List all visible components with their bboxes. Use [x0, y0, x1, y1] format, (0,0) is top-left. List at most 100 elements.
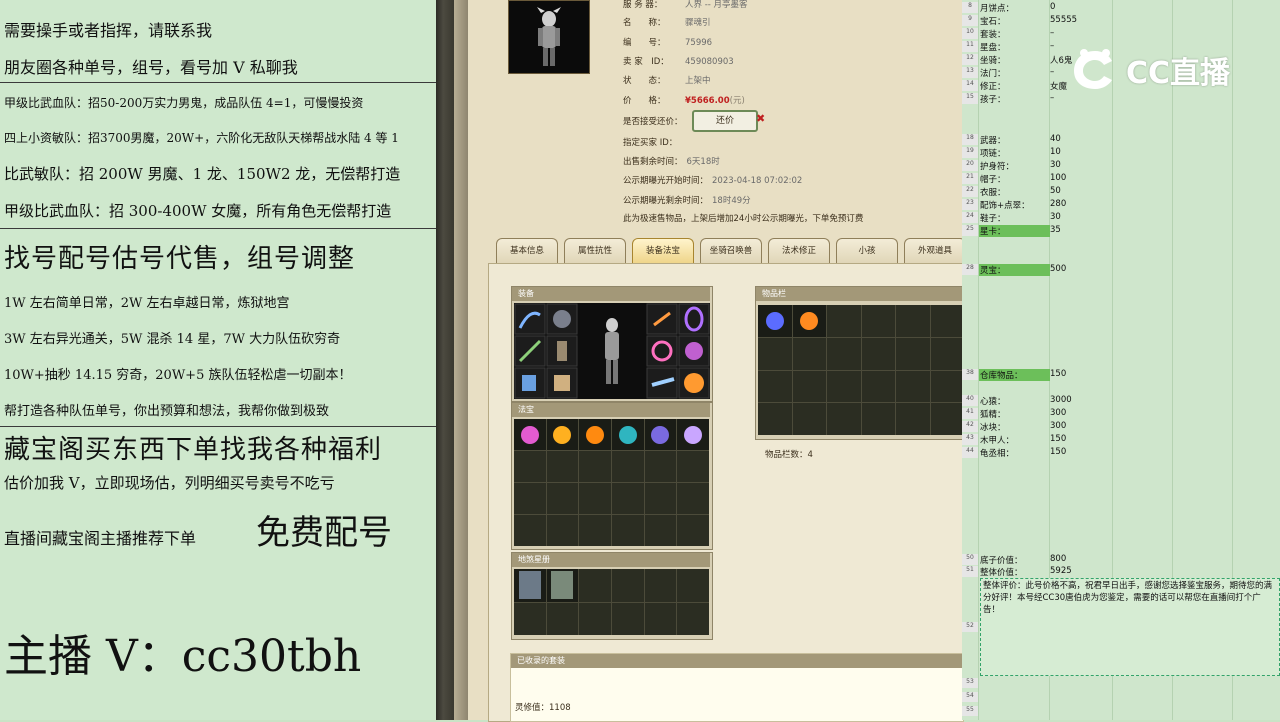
sheet-label-cell[interactable]: 修正： [979, 80, 1050, 92]
sheet-value-cell[interactable]: 50 [1050, 186, 1061, 196]
window-scrollbar[interactable] [454, 0, 469, 720]
info-status: 状 态： 上架中 [623, 76, 711, 86]
promo-line: 甲级比武血队：招50-200万实力男鬼，成品队伍 4=1，可慢慢投资 [4, 96, 364, 110]
close-icon[interactable]: ✖ [756, 112, 765, 125]
sheet-label-cell[interactable]: 项链： [979, 147, 1050, 159]
sheet-label-cell[interactable]: 龟丞相： [979, 447, 1050, 459]
row-number: 42 [962, 421, 978, 432]
sheet-value-cell[interactable]: 40 [1050, 134, 1061, 144]
sheet-value-cell[interactable]: 150 [1050, 447, 1066, 457]
fabao-slot[interactable] [677, 419, 709, 450]
sheet-label-cell[interactable]: 孩子： [979, 93, 1050, 105]
fabao-slot[interactable] [644, 419, 677, 450]
sheet-value-cell[interactable]: – [1050, 67, 1054, 77]
row-number: 10 [962, 28, 978, 39]
row-number: 11 [962, 41, 978, 52]
promo-heading: 找号配号估号代售，组号调整 [4, 244, 356, 274]
tab-mounts[interactable]: 坐骑召唤兽 [700, 238, 762, 263]
inventory-slot[interactable] [792, 305, 826, 337]
tab-equipment[interactable]: 装备法宝 [632, 238, 694, 263]
promo-line: 四上小资敏队：招3700男魔，20W+，六阶化无敌队天梯帮战水陆 4 等 1 [4, 131, 399, 145]
cc-live-logo: CC直播 [1070, 40, 1240, 100]
fabao-slot[interactable] [546, 419, 579, 450]
row-number: 25 [962, 225, 978, 236]
promo-line: 比武敏队：招 200W 男魔、1 龙、150W2 龙，无偿帮打造 [4, 165, 401, 183]
sheet-value-cell[interactable]: 女魔 [1050, 80, 1067, 92]
sheet-label-cell[interactable]: 月饼点： [979, 2, 1050, 14]
sheet-label-cell[interactable]: 鞋子： [979, 212, 1050, 224]
sheet-label-cell[interactable]: 坐骑： [979, 54, 1050, 66]
info-accept-offer: 是否接受还价： [623, 117, 683, 127]
sheet-label-cell[interactable]: 星盘： [979, 41, 1050, 53]
row-number: 22 [962, 186, 978, 197]
inventory-count: 物品栏数：4 [765, 450, 813, 460]
sheet-label-cell[interactable]: 宝石： [979, 15, 1050, 27]
sheet-label-cell[interactable]: 底子价值： [979, 554, 1050, 566]
fabao-box: 法宝 [511, 402, 713, 550]
tab-spell-correction[interactable]: 法术修正 [768, 238, 830, 263]
sheet-label-cell[interactable]: 木甲人： [979, 434, 1050, 446]
sheet-label-cell[interactable]: 帽子： [979, 173, 1050, 185]
sheet-label-cell[interactable]: 整体价值： [979, 566, 1050, 578]
sheet-value-cell[interactable]: 500 [1050, 264, 1066, 274]
sheet-value-cell[interactable]: – [1050, 41, 1054, 51]
sheet-label-cell[interactable]: 心猿： [979, 395, 1050, 407]
sheet-value-cell[interactable]: 55555 [1050, 15, 1077, 25]
sheet-label-cell[interactable]: 套装： [979, 28, 1050, 40]
sheet-value-cell[interactable]: 10 [1050, 147, 1061, 157]
promo-line: 估价加我 V，立即现场估，列明细买号卖号不吃亏 [4, 474, 335, 492]
inventory-box: 物品栏 [755, 286, 965, 440]
tab-attributes[interactable]: 属性抗性 [564, 238, 626, 263]
fabao-slot[interactable] [579, 419, 611, 450]
sheet-value-cell[interactable]: – [1050, 93, 1054, 103]
sheet-label-cell[interactable]: 星卡： [979, 225, 1050, 237]
sheet-label-cell[interactable]: 衣服： [979, 186, 1050, 198]
sheet-label-cell[interactable]: 狐精： [979, 408, 1050, 420]
overall-comment-cell[interactable]: 整体评价：此号价格不高，祝君早日出手，感谢您选择鉴宝服务，期待您的满分好评！本号… [980, 578, 1280, 676]
sheet-label-cell[interactable]: 武器： [979, 134, 1050, 146]
sheet-value-cell[interactable]: 0 [1050, 2, 1055, 12]
sheet-value-cell[interactable]: 35 [1050, 225, 1061, 235]
sheet-value-cell[interactable]: 150 [1050, 434, 1066, 444]
star-card-slot[interactable] [546, 569, 579, 602]
fabao-slot[interactable] [611, 419, 644, 450]
inventory-slot[interactable] [758, 305, 792, 337]
sheet-value-cell[interactable]: 300 [1050, 408, 1066, 418]
info-remaining-time: 出售剩余时间： 6天18时 [623, 157, 720, 167]
row-number: 13 [962, 67, 978, 78]
sheet-value-cell[interactable]: 300 [1050, 421, 1066, 431]
promo-line: 3W 左右异光通关，5W 混杀 14 星，7W 大力队伍砍穷奇 [4, 332, 341, 347]
sheet-value-cell[interactable]: – [1050, 28, 1054, 38]
tab-appearance[interactable]: 外观道具 [904, 238, 966, 263]
sheet-value-cell[interactable]: 30 [1050, 212, 1061, 222]
inventory-title: 物品栏 [756, 287, 962, 301]
sheet-label-cell[interactable]: 冰块： [979, 421, 1050, 433]
tab-basic-info[interactable]: 基本信息 [496, 238, 558, 263]
promo-heading: 藏宝阁买东西下单找我各种福利 [4, 435, 383, 465]
offer-button[interactable]: 还价 [692, 110, 758, 132]
sheet-value-cell[interactable]: 800 [1050, 554, 1066, 564]
equipment-title: 装备 [512, 287, 710, 301]
sheet-value-cell[interactable]: 150 [1050, 369, 1066, 379]
promo-line: 10W+抽秒 14.15 穷奇，20W+5 族队伍轻松虐一切副本！ [4, 368, 352, 383]
fabao-slot[interactable] [514, 419, 546, 450]
info-number: 编 号： 75996 [623, 38, 713, 48]
sheet-label-cell[interactable]: 法门： [979, 67, 1050, 79]
sheet-value-cell[interactable]: 30 [1050, 160, 1061, 170]
sheet-label-cell[interactable]: 配饰+点翠： [979, 199, 1050, 211]
tab-child[interactable]: 小孩 [836, 238, 898, 263]
divider [0, 426, 436, 427]
sheet-value-cell[interactable]: 5925 [1050, 566, 1072, 576]
notice-text: 此为极速售物品，上架后增加24小时公示期曝光，下单免预订费 [623, 214, 864, 224]
sheet-label-cell[interactable]: 仓库物品： [979, 369, 1050, 381]
sheet-value-cell[interactable]: 100 [1050, 173, 1066, 183]
sheet-label-cell[interactable]: 护身符： [979, 160, 1050, 172]
promo-panel: 需要操手或者指挥，请联系我 朋友圈各种单号，组号，看号加 V 私聊我 甲级比武血… [0, 0, 436, 720]
sheet-value-cell[interactable]: 280 [1050, 199, 1066, 209]
streamer-contact: 主播 V：cc30tbh [4, 631, 362, 682]
row-number: 21 [962, 173, 978, 184]
promo-line: 1W 左右简单日常，2W 左右卓越日常，炼狱地宫 [4, 296, 290, 311]
sheet-label-cell[interactable]: 灵宝： [979, 264, 1050, 276]
sheet-value-cell[interactable]: 3000 [1050, 395, 1072, 405]
star-card-slot[interactable] [514, 569, 546, 602]
